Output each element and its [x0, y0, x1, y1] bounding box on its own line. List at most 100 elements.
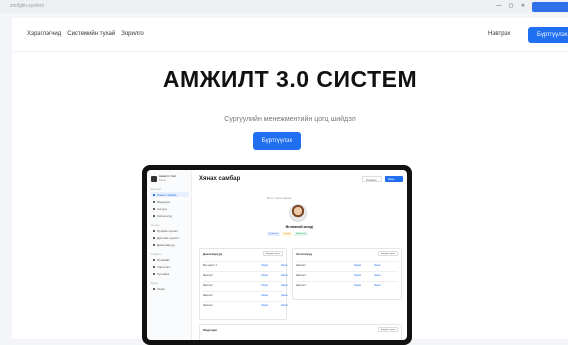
view-all-button[interactable]: Бүгдийг харах [263, 251, 283, 256]
sidebar-group-label: Тохиргоо [151, 253, 162, 256]
edit-link[interactable]: Засах [281, 264, 288, 267]
address-bar[interactable]: zorilgiin.system [10, 3, 44, 9]
edit-link[interactable]: Засах [374, 274, 381, 277]
calendar-icon [153, 229, 155, 232]
assignments-card: Даалгаврууд Бүгдийг харах Бие даалт 1 Хар… [199, 248, 288, 320]
sidebar-item-label: Мэдэгдэл [157, 199, 171, 204]
nav-link-goals[interactable]: Зорилго [121, 31, 144, 37]
row-label: Шалгалт [203, 294, 213, 297]
preview-breadcrumb: Багш / Хянах самбар [267, 197, 292, 200]
row-label: Шалгалт [296, 284, 306, 287]
profile-greeting: Өглөөний мэнд! [285, 225, 314, 229]
sidebar-item-dashboard[interactable]: Хянах самбар [151, 192, 189, 197]
sidebar-item-label: Дүнгийн хүснэгт [157, 235, 180, 240]
row-label: Шалгалт [296, 274, 306, 277]
hero-title: АМЖИЛТ 3.0 СИСТЕМ [162, 66, 418, 92]
card-title: Хичээлүүд [296, 252, 312, 256]
help-icon [153, 272, 155, 275]
top-navigation: Хэрэглэгчид Системийн тухай Зорилго Нэвт… [12, 18, 568, 52]
view-link[interactable]: Харах [354, 264, 361, 267]
tag-badge: 2 хичээл [267, 232, 280, 236]
brand-logo-icon [151, 175, 157, 182]
view-all-button[interactable]: Бүгдийг харах [378, 251, 398, 256]
preview-new-button[interactable]: Шинэ [385, 176, 403, 182]
view-link[interactable]: Харах [261, 304, 268, 307]
sidebar-item-label: Тусламж [157, 271, 170, 276]
sidebar-item-classes[interactable]: Ангиуд [151, 206, 189, 211]
dashboard-preview-device: Амжилт Сис. Багш Ерөнхий Хянах самбар Мэд… [142, 165, 412, 345]
table-row: Шалгалт Харах Засах [296, 261, 398, 267]
view-link[interactable]: Харах [261, 294, 268, 297]
card-title: Даалгаврууд [203, 252, 223, 256]
edit-link[interactable]: Засах [281, 304, 288, 307]
sidebar-item-lessons[interactable]: Хичээлүүд [151, 213, 189, 218]
sidebar-item-assignments[interactable]: Даалгаврууд [151, 242, 189, 247]
view-link[interactable]: Харах [261, 264, 268, 267]
sidebar-item-grades[interactable]: Дүнгийн хүснэгт [151, 235, 189, 240]
edit-link[interactable]: Засах [374, 264, 381, 267]
edit-link[interactable]: Засах [281, 294, 288, 297]
nav-link-about[interactable]: Системийн тухай [67, 31, 115, 37]
card-title: Мэдэгдэл [203, 328, 218, 332]
row-label: Шалгалт [203, 274, 213, 277]
edit-link[interactable]: Засах [374, 284, 381, 287]
profile-tags: 2 хичээл 3 анги Идэвхтэй [267, 232, 308, 236]
chart-icon [153, 236, 155, 239]
login-link[interactable]: Нэвтрэх [488, 31, 511, 37]
row-label: Шалгалт [203, 284, 213, 287]
row-label: Бие даалт 1 [203, 264, 218, 267]
lessons-card: Хичээлүүд Бүгдийг харах Шалгалт Харах Заса… [292, 248, 402, 300]
sidebar-item-logout[interactable]: Гарах [151, 286, 189, 291]
edit-link[interactable]: Засах [281, 274, 288, 277]
window-controls[interactable]: — ▢ ✕ [496, 3, 528, 9]
sidebar-item-notices[interactable]: Мэдэгдэл [151, 199, 189, 204]
avatar [289, 204, 307, 222]
tag-badge: Идэвхтэй [294, 232, 308, 236]
users-icon [153, 207, 155, 210]
table-row: Шалгалт Харах Засах [203, 301, 288, 307]
browser-bar: zorilgiin.system — ▢ ✕ [0, 0, 568, 13]
dashboard-icon [153, 193, 155, 196]
tag-badge: 3 анги [281, 232, 293, 236]
sidebar-group-label: Бусад [151, 282, 158, 285]
bell-icon [153, 200, 155, 203]
brand-role: Багш [159, 177, 167, 182]
preview-brand: Амжилт Сис. Багш [151, 174, 177, 182]
hero-signup-button[interactable]: Бүртгүүлэх [253, 132, 301, 150]
dashboard-preview-screen: Амжилт Сис. Багш Ерөнхий Хянах самбар Мэд… [147, 170, 407, 340]
sidebar-item-users[interactable]: Хэрэглэгч [151, 264, 189, 269]
sidebar-item-label: Хэрэглэгч [157, 264, 171, 269]
table-row: Шалгалт Харах Засах [203, 291, 288, 297]
row-label: Шалгалт [296, 264, 306, 267]
table-row: Шалгалт Харах Засах [203, 281, 288, 287]
sidebar-item-label: Ирцийн хүснэгт [157, 228, 179, 233]
book-icon [153, 214, 155, 217]
edit-link[interactable]: Засах [281, 284, 288, 287]
table-row: Бие даалт 1 Харах Засах [203, 261, 288, 267]
view-link[interactable]: Харах [354, 284, 361, 287]
sidebar-item-help[interactable]: Тусламж [151, 271, 189, 276]
table-row: Шалгалт Харах Засах [296, 271, 398, 277]
hero-subtitle: Сургуулийн менежментийн цогц шийдэл [224, 116, 356, 123]
sidebar-item-label: Гарах [157, 286, 165, 291]
browser-signup-chip[interactable] [532, 2, 568, 12]
preview-page-title: Хянах самбар [199, 176, 241, 182]
view-link[interactable]: Харах [354, 274, 361, 277]
landing-page: Хэрэглэгчид Системийн тухай Зорилго Нэвт… [12, 18, 568, 345]
nav-link-users[interactable]: Хэрэглэгчид [27, 31, 61, 37]
row-label: Шалгалт [203, 304, 213, 307]
view-link[interactable]: Харах [261, 274, 268, 277]
people-icon [153, 265, 155, 268]
view-all-button[interactable]: Бүгдийг харах [378, 327, 398, 332]
sidebar-item-profile[interactable]: Профайл [151, 257, 189, 262]
sidebar-group-label: Ерөнхий [151, 188, 161, 191]
clipboard-icon [153, 243, 155, 246]
preview-settings-button[interactable]: Тохиргоо [362, 176, 382, 182]
user-icon [153, 258, 155, 261]
signup-button[interactable]: Бүртгүүлэх [528, 27, 568, 43]
view-link[interactable]: Харах [261, 284, 268, 287]
sidebar-item-label: Даалгаврууд [157, 242, 175, 247]
logout-icon [153, 287, 155, 290]
table-row: Шалгалт Харах Засах [203, 271, 288, 277]
notices-card: Мэдэгдэл Бүгдийг харах [199, 324, 402, 340]
